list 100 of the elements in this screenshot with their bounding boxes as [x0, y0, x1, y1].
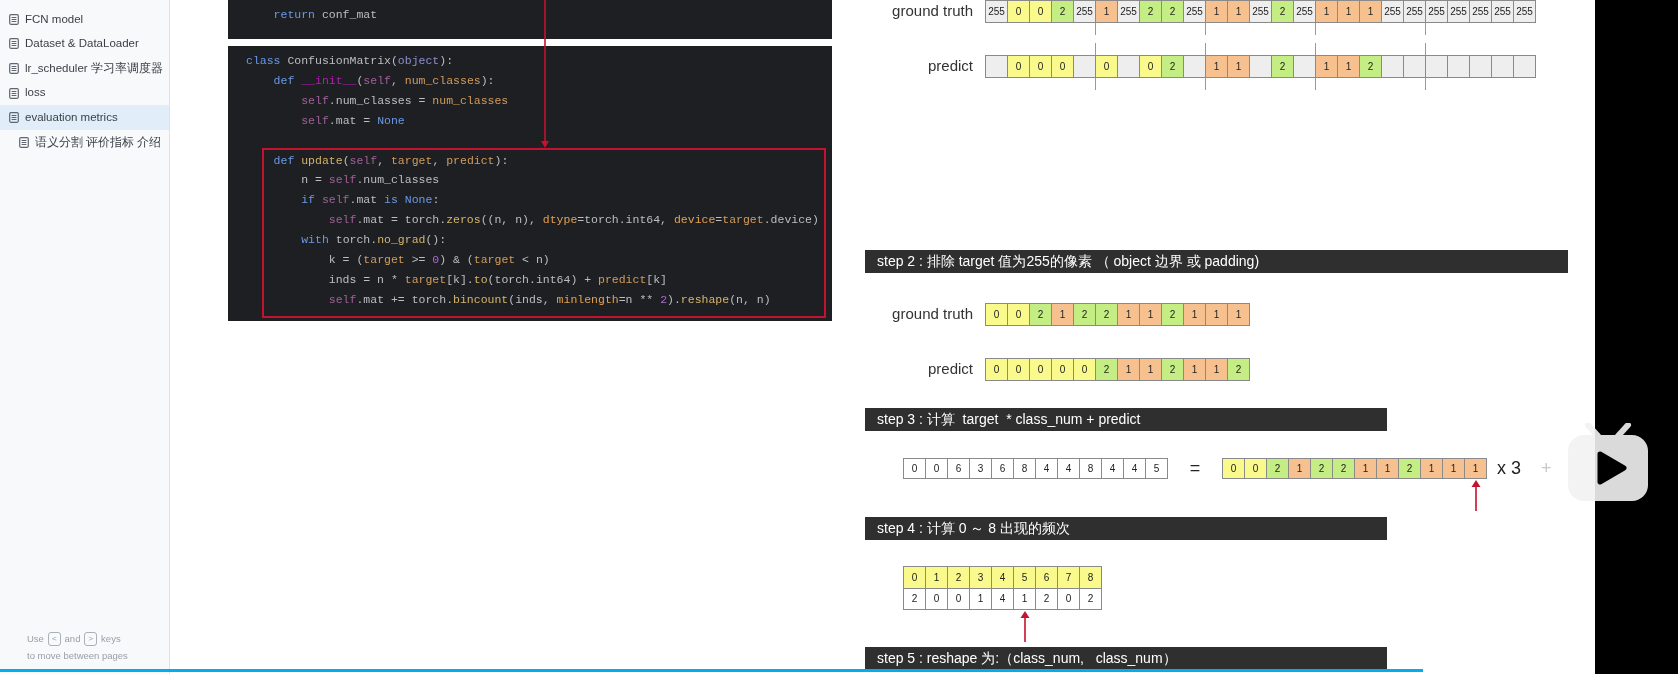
grid-cell: 1 — [1139, 358, 1162, 381]
grid-cell: 1 — [1337, 0, 1360, 23]
grid-cell: 7 — [1057, 566, 1080, 589]
step-heading: step 4 : 计算 0 ～ 8 出现的频次 — [865, 517, 1387, 540]
grid-cell: 1 — [1288, 458, 1311, 479]
row-label: ground truth — [891, 304, 973, 325]
grid-cell: 1 — [1227, 0, 1250, 23]
grid-cell: 4 — [1057, 458, 1080, 479]
tv-play-icon[interactable] — [1566, 423, 1650, 503]
grid-cell: 2 — [1271, 0, 1294, 23]
grid-cell: 1 — [1227, 55, 1250, 78]
grid-cell: 4 — [991, 566, 1014, 589]
grid-cell: 6 — [991, 458, 1014, 479]
grid-cell: 2 — [1029, 303, 1052, 326]
code-line: with torch.no_grad(): — [300, 232, 448, 249]
grid-cell: 1 — [1205, 358, 1228, 381]
grid-cell: 0 — [1073, 358, 1096, 381]
grid-cell: 3 — [969, 566, 992, 589]
code-line: return conf_mat — [272, 7, 379, 23]
grid-cell: 0 — [1139, 55, 1162, 78]
sidebar-item[interactable]: evaluation metrics — [0, 105, 169, 130]
grid-cell: 0 — [1029, 0, 1052, 23]
grid-cell: 4 — [1035, 458, 1058, 479]
grid-cell: 1 — [1315, 55, 1338, 78]
grid-cell: 1 — [1315, 0, 1338, 23]
code-line: self.num_classes = num_classes — [300, 92, 510, 109]
grid-cell: 1 — [1051, 303, 1074, 326]
code-line: self.mat = None — [300, 112, 406, 129]
grid-cell: 0 — [1007, 303, 1030, 326]
grid-cell: 8 — [1079, 458, 1102, 479]
grid-cell: 1 — [1205, 55, 1228, 78]
grid-cell: 5 — [1013, 566, 1036, 589]
grid-cell: 0 — [903, 566, 926, 589]
row-label: predict — [926, 56, 973, 77]
grid-cell: 255 — [1249, 0, 1272, 23]
grid-cell: 0 — [1007, 55, 1030, 78]
step-heading: step 5 : reshape 为:（class_num, class_num） — [865, 647, 1387, 670]
sidebar-item[interactable]: Dataset & DataLoader — [0, 31, 169, 57]
key-cap: > — [84, 631, 98, 646]
grid-cell: 2 — [1051, 0, 1074, 23]
grid-cell: 0 — [903, 458, 926, 479]
grid-cell: 2 — [1266, 458, 1289, 479]
code-line: def __init__(self, num_classes): — [272, 72, 496, 89]
grid-cell: 255 — [1491, 0, 1514, 23]
grid-cell: 0 — [985, 358, 1008, 381]
grid-cell: 1 — [1139, 303, 1162, 326]
sidebar-item[interactable]: 语义分割 评价指标 介绍 — [0, 129, 169, 155]
document-icon — [9, 13, 19, 25]
code-line: n = self.num_classes — [300, 172, 441, 189]
code-line: inds = n * target[k].to(torch.int64) + predict[k] — [327, 271, 669, 288]
row-label: predict — [926, 359, 973, 380]
code-line: self.mat = torch.zeros((n, n), dtype=torch.int64, device=target.device) — [327, 212, 820, 229]
plus-sign: + — [1541, 457, 1552, 480]
grid-cell: 255 — [1117, 0, 1140, 23]
grid-cell: 255 — [1513, 0, 1536, 23]
sidebar-item[interactable]: FCN model — [0, 7, 169, 32]
grid-cell: 3 — [969, 458, 992, 479]
document-icon — [9, 63, 19, 74]
grid-cell: 1 — [1337, 55, 1360, 78]
grid-cell: 0 — [1029, 55, 1052, 78]
sidebar-item[interactable]: loss — [0, 80, 169, 106]
grid-cell: 2 — [1095, 358, 1118, 381]
grid-cell: 2 — [1161, 303, 1184, 326]
grid-cell: 0 — [1007, 358, 1030, 381]
grid-cell: 255 — [1425, 0, 1448, 23]
grid-cell: 1 — [1183, 303, 1206, 326]
hint-text: to move between pages — [27, 649, 129, 663]
grid-cell: 1 — [1205, 303, 1228, 326]
multiplier-text: x 3 — [1497, 457, 1521, 480]
row-label: ground truth — [891, 1, 973, 22]
grid-cell: 5 — [1145, 458, 1168, 479]
grid-cell: 255 — [1447, 0, 1470, 23]
grid-cell: 2 — [1271, 55, 1294, 78]
grid-cell: 2 — [1161, 358, 1184, 381]
grid-cell: 2 — [1332, 458, 1355, 479]
hint-text: Use — [27, 632, 44, 646]
grid-cell: 0 — [1051, 55, 1074, 78]
grid-cell: 0 — [985, 303, 1008, 326]
grid-cell: 255 — [1403, 0, 1426, 23]
grid-cell: 1 — [1227, 303, 1250, 326]
code-line: def update(self, target, predict): — [272, 152, 510, 169]
grid-cell: 0 — [1244, 458, 1267, 479]
grid-cell: 1 — [1376, 458, 1399, 479]
grid-cell: 2 — [1139, 0, 1162, 23]
grid-cell: 1 — [1354, 458, 1377, 479]
grid-cell: 1 — [1359, 0, 1382, 23]
grid-cell: 255 — [1381, 0, 1404, 23]
grid-cell: 0 — [1007, 0, 1030, 23]
grid-cell: 2 — [1398, 458, 1421, 479]
grid-cell: 255 — [1183, 0, 1206, 23]
grid-cell: 1 — [1117, 358, 1140, 381]
grid-cell: 0 — [1222, 458, 1245, 479]
sidebar-item[interactable]: lr_scheduler 学习率调度器 — [0, 56, 169, 81]
code-line: if self.mat is None: — [300, 192, 441, 209]
grid-cell: 2 — [1310, 458, 1333, 479]
grid-cell: 4 — [1123, 458, 1146, 479]
key-cap: < — [47, 631, 61, 646]
code-line: k = (target >= 0) & (target < n) — [327, 252, 551, 268]
hint-text: and — [64, 632, 81, 646]
grid-cell: 255 — [1073, 0, 1096, 23]
